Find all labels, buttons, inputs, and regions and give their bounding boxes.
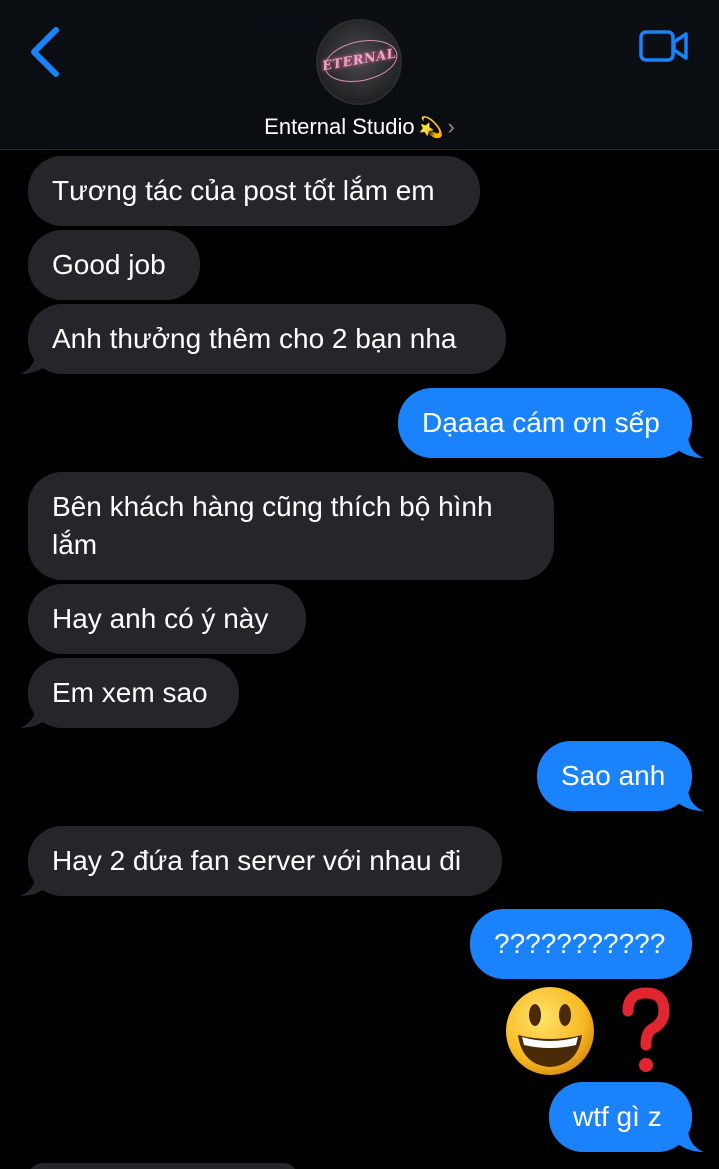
incoming-bubble-tail	[20, 872, 48, 896]
message-text: wtf gì z	[573, 1101, 662, 1132]
message-text: Tương tác của post tốt lắm em	[52, 175, 435, 206]
chevron-right-icon: ›	[447, 114, 455, 139]
message-bubble-incoming[interactable]: Em xem sao	[28, 658, 239, 728]
contact-name: Enternal Studio	[264, 114, 415, 139]
grinning-face-icon	[506, 987, 594, 1075]
message-text: Anh thưởng thêm cho 2 bạn nha	[52, 323, 457, 354]
incoming-bubble-tail	[20, 704, 48, 728]
message-bubble-incoming[interactable]: Hay anh có ý này	[28, 584, 306, 654]
video-call-button[interactable]	[638, 28, 690, 64]
red-question-mark-icon	[622, 987, 670, 1072]
message-text: ???????????	[494, 928, 666, 959]
outgoing-bubble-tail	[676, 434, 704, 458]
emoji-message[interactable]	[500, 983, 680, 1079]
message-bubble-incoming[interactable]: Tương tác của post tốt lắm em	[28, 156, 480, 226]
message-bubble-outgoing[interactable]: ???????????	[470, 909, 692, 979]
message-text: Dạaaa cám ơn sếp	[422, 407, 660, 438]
message-bubble-incoming[interactable]: Bên khách hàng cũng thích bộ hình lắm	[28, 472, 554, 580]
back-button[interactable]	[26, 24, 66, 80]
conversation-header: ETERNAL Enternal Studio 💫 ›	[0, 0, 719, 150]
chevron-left-icon	[31, 27, 59, 77]
message-text: Good job	[52, 249, 166, 280]
message-text: Sao anh	[561, 760, 666, 791]
message-bubble-incoming[interactable]: Hay 2 đứa fan server với nhau đi	[28, 826, 502, 896]
incoming-bubble-tail	[20, 350, 48, 374]
dizzy-emoji-icon: 💫	[418, 117, 444, 139]
message-text: Hay anh có ý này	[52, 603, 269, 634]
message-text: Em xem sao	[52, 677, 208, 708]
partial-incoming-bubble	[28, 1163, 298, 1169]
message-bubble-incoming[interactable]: Anh thưởng thêm cho 2 bạn nha	[28, 304, 506, 374]
outgoing-bubble-tail	[676, 1128, 704, 1152]
outgoing-bubble-tail	[676, 787, 704, 811]
avatar-logo: ETERNAL	[321, 46, 398, 75]
message-screen: ETERNAL Enternal Studio 💫 › Tương tác của …	[0, 0, 719, 1169]
message-text: Hay 2 đứa fan server với nhau đi	[52, 845, 462, 876]
video-camera-icon	[639, 30, 688, 62]
contact-name-button[interactable]: Enternal Studio 💫 ›	[0, 112, 719, 142]
message-bubble-outgoing[interactable]: wtf gì z	[549, 1082, 692, 1152]
message-bubble-outgoing[interactable]: Sao anh	[537, 741, 692, 811]
emoji-message-graphic	[506, 987, 670, 1075]
message-text: Bên khách hàng cũng thích bộ hình lắm	[52, 491, 493, 560]
contact-avatar[interactable]: ETERNAL	[316, 19, 402, 105]
message-bubble-incoming[interactable]: Good job	[28, 230, 200, 300]
message-bubble-outgoing[interactable]: Dạaaa cám ơn sếp	[398, 388, 692, 458]
